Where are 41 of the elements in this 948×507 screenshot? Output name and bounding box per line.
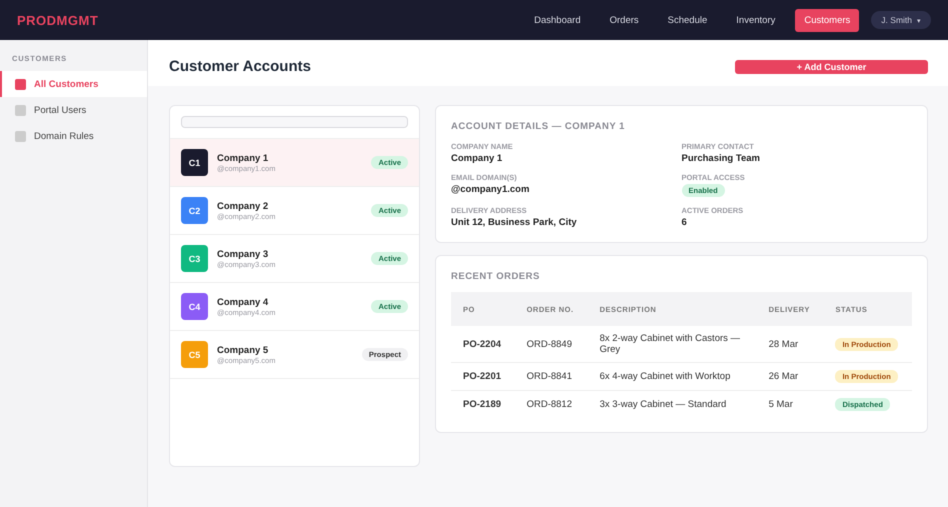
field-value: Company 1 [451,153,502,164]
company-name: Company 1 [217,152,270,164]
company-name: Company 3 [217,248,270,260]
search-field[interactable] [181,116,408,128]
nav-link[interactable]: Customers [795,8,860,32]
sidebar-item[interactable]: All Customers [0,71,147,97]
table-cell: 3x 3-way Cabinet — Standard [588,390,757,418]
nav-link[interactable]: Dashboard [525,8,590,32]
table-cell: PO-2204 [451,326,515,362]
nav-link[interactable]: Schedule [658,8,716,32]
table-cell: 8x 2-way Cabinet with Castors — Grey [588,326,757,362]
card-title: RECENT ORDERS [451,271,541,282]
field-value: 6 [682,217,687,228]
company-avatar: C3 [181,245,208,272]
company-name: Company 2 [217,200,270,212]
company-avatar: C2 [181,197,208,224]
company-avatar: C5 [181,341,208,368]
nav-link[interactable]: Inventory [727,8,784,32]
sidebar-item[interactable]: Domain Rules [0,123,147,149]
logo: PRODMGMT [17,12,98,28]
company-name: Company 5 [217,344,270,356]
field-value: Purchasing Team [682,153,760,164]
table-cell: 5 Mar [756,390,824,418]
table-cell: ORD-8849 [514,326,588,362]
sidebar-item[interactable]: Portal Users [0,97,147,123]
company-avatar: C1 [181,149,208,176]
table-cell: 6x 4-way Cabinet with Worktop [588,362,757,390]
company-name: Company 4 [217,296,270,308]
table-cell: PO-2201 [451,362,515,390]
company-avatar: C4 [181,293,208,320]
table-cell: 26 Mar [756,362,824,390]
nav-link[interactable]: Orders [600,8,648,32]
page-title: Customer Accounts [169,58,311,75]
table-cell: ORD-8812 [514,390,588,418]
field-value: @company1.com [451,184,530,195]
table-cell: 28 Mar [756,326,824,362]
card-title: ACCOUNT DETAILS — COMPANY 1 [451,121,626,132]
table-cell: ORD-8841 [514,362,588,390]
table-cell: PO-2189 [451,390,515,418]
add-customer-button[interactable]: + Add Customer [735,60,928,74]
field-value: Unit 12, Business Park, City [451,217,577,228]
